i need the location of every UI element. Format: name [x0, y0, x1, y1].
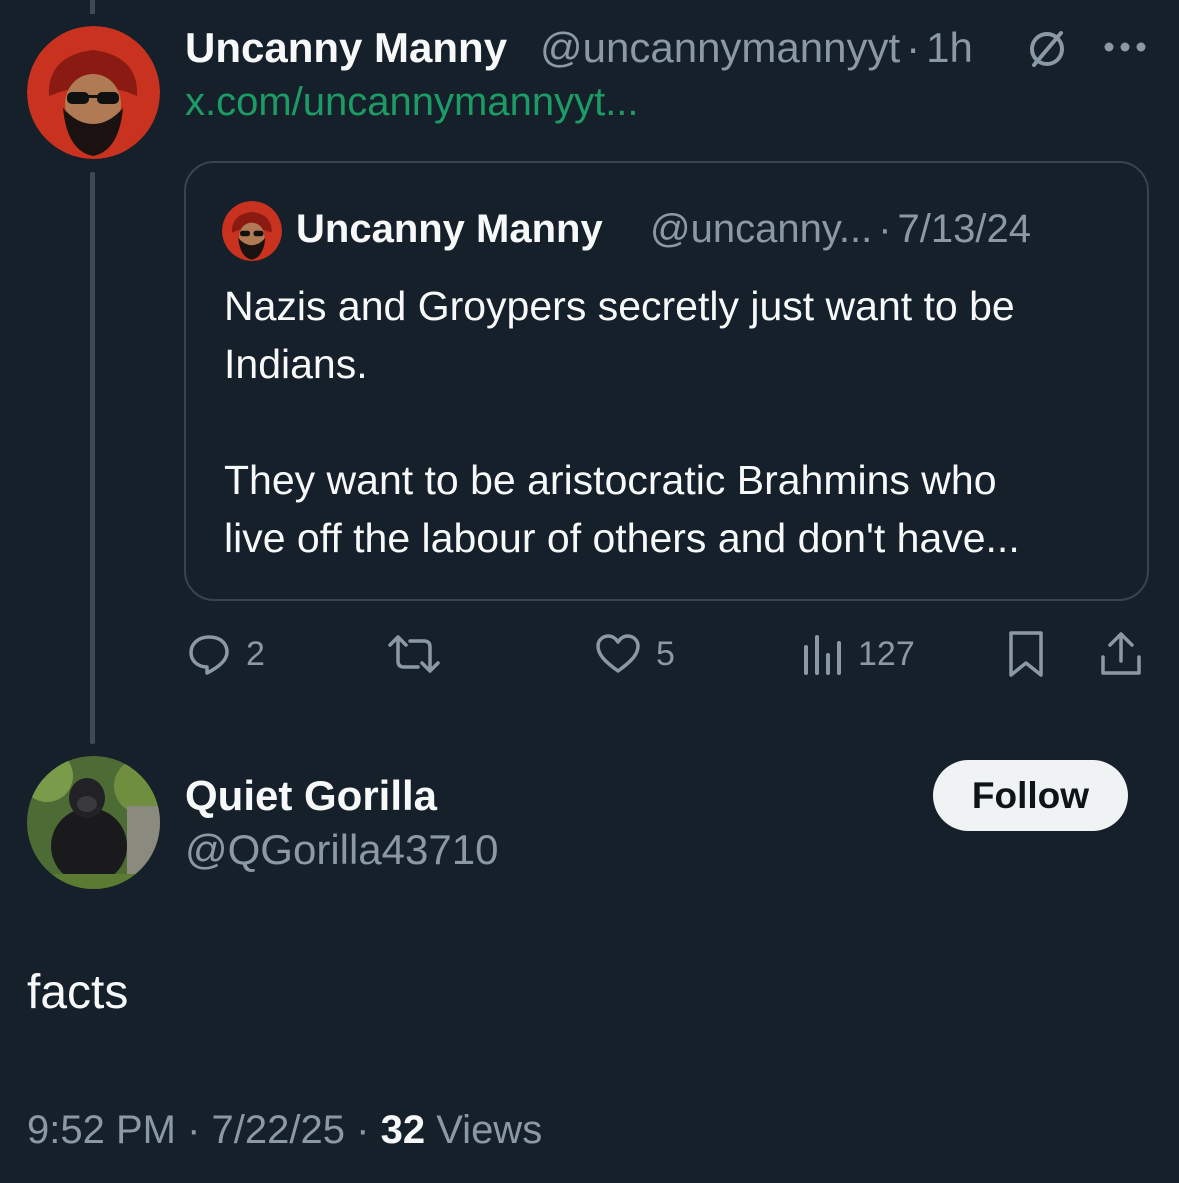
share-button[interactable]	[1098, 625, 1144, 683]
reply-button[interactable]: 2	[186, 625, 265, 683]
quiet-gorilla-avatar[interactable]	[27, 756, 160, 889]
author-handle-time[interactable]: @uncannymannyyt · 1h	[540, 24, 973, 72]
separator: ·	[878, 207, 892, 251]
like-button[interactable]: 5	[594, 625, 675, 683]
tweet-timestamp[interactable]: 9:52 PM	[27, 1108, 176, 1152]
bookmark-button[interactable]	[1005, 625, 1047, 683]
tweet-time[interactable]: 1h	[926, 24, 973, 71]
reply-author-handle[interactable]: @QGorilla43710	[185, 826, 498, 874]
quoted-text-line-1: Nazis and Groypers secretly just want to…	[224, 283, 1015, 329]
reply-author-name[interactable]: Quiet Gorilla	[185, 772, 437, 820]
reply-icon	[189, 635, 229, 675]
author-name[interactable]: Uncanny Manny	[185, 24, 507, 72]
author-handle[interactable]: @uncannymannyyt	[540, 24, 900, 71]
tweet-views-count: 32	[380, 1108, 426, 1152]
tweet-date[interactable]: 7/22/25	[212, 1108, 345, 1152]
views-count: 127	[858, 634, 915, 673]
separator: ·	[906, 24, 921, 71]
quoted-text-line-3: They want to be aristocratic Brahmins wh…	[224, 457, 997, 503]
quoted-text-line-4: live off the labour of others and don't …	[224, 515, 1020, 561]
grok-slash-icon[interactable]	[1022, 26, 1072, 72]
reply-text: facts	[27, 966, 129, 1019]
quoted-date: 7/13/24	[897, 207, 1032, 251]
thread-line-top	[90, 0, 95, 14]
analytics-icon	[804, 635, 841, 675]
uncanny-manny-avatar[interactable]	[27, 26, 160, 159]
quoted-author-name: Uncanny Manny	[296, 207, 603, 251]
separator: ·	[356, 1108, 370, 1152]
follow-button[interactable]: Follow	[933, 760, 1128, 831]
reply-count: 2	[246, 634, 265, 673]
thread-line	[90, 172, 95, 744]
quoted-handle: @uncanny...	[650, 207, 873, 251]
like-count: 5	[656, 634, 675, 673]
separator: ·	[187, 1108, 201, 1152]
quoted-text-line-2: Indians.	[224, 341, 368, 387]
repost-icon	[388, 635, 440, 673]
heart-icon	[596, 634, 640, 673]
tweet-metadata: 9:52 PM · 7/22/25 · 32 Views	[27, 1108, 542, 1153]
repost-button[interactable]	[386, 625, 442, 683]
tweet-views-label: Views	[436, 1108, 543, 1152]
views-button[interactable]: 127	[800, 625, 915, 683]
quoted-author-avatar	[222, 201, 282, 261]
bookmark-icon	[1009, 631, 1043, 677]
quoted-handle-date: @uncanny... · 7/13/24	[650, 207, 1031, 252]
share-icon	[1101, 632, 1141, 675]
profile-link[interactable]: x.com/uncannymannyyt...	[185, 80, 639, 125]
quoted-tweet-card[interactable]: Uncanny Manny @uncanny... · 7/13/24 Nazis …	[184, 161, 1149, 601]
more-dots-icon[interactable]	[1100, 30, 1150, 64]
